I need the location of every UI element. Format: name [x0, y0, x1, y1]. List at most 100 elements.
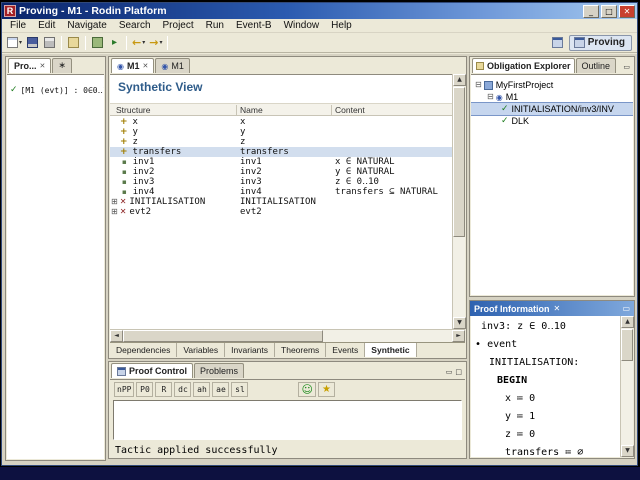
- column-name[interactable]: Name: [240, 105, 263, 115]
- synthetic-view-form: Synthetic View Structure Name Content +x…: [110, 74, 452, 329]
- save-button[interactable]: [24, 34, 41, 51]
- tactic-dc-button[interactable]: dc: [174, 382, 191, 397]
- column-content[interactable]: Content: [335, 105, 365, 115]
- open-perspective-button[interactable]: [549, 34, 566, 51]
- collapse-icon[interactable]: ⊟: [475, 80, 482, 90]
- table-row[interactable]: ▪inv3 inv3 z ∈ 0‥10: [110, 177, 452, 187]
- menu-help[interactable]: Help: [325, 20, 358, 31]
- tactic-review-button[interactable]: R: [155, 382, 172, 397]
- menu-edit[interactable]: Edit: [32, 20, 61, 31]
- page-tab-events[interactable]: Events: [326, 343, 365, 357]
- tactic-sl-button[interactable]: sl: [231, 382, 248, 397]
- minimize-button[interactable]: _: [583, 5, 599, 18]
- tree-item-machine[interactable]: ⊟ ◉ M1: [471, 91, 633, 103]
- page-tab-variables[interactable]: Variables: [177, 343, 225, 357]
- scroll-thumb[interactable]: [453, 87, 465, 237]
- table-row[interactable]: ▪inv2 inv2 y ∈ NATURAL: [110, 167, 452, 177]
- scroll-up-icon[interactable]: ▲: [621, 316, 634, 328]
- maximize-button[interactable]: □: [601, 5, 617, 18]
- chevron-down-icon[interactable]: ▾: [142, 39, 145, 46]
- view-minimize-icon[interactable]: ▭: [622, 304, 630, 313]
- run-button[interactable]: ▸: [106, 34, 123, 51]
- collapse-icon[interactable]: ⊟: [487, 92, 494, 102]
- column-structure[interactable]: Structure: [116, 105, 151, 115]
- tree-item-project[interactable]: ⊟ MyFirstProject: [471, 79, 633, 91]
- tab-obligation-explorer[interactable]: Obligation Explorer: [472, 58, 575, 73]
- table-row[interactable]: +z z: [110, 137, 452, 147]
- view-minimize-icon[interactable]: ▭: [623, 63, 630, 71]
- page-tab-theorems[interactable]: Theorems: [275, 343, 326, 357]
- tree-item-po-selected[interactable]: ✓ INITIALISATION/inv3/INV: [471, 103, 633, 115]
- assignment-line: y ≔ 1: [471, 408, 620, 426]
- back-button[interactable]: ← ▾: [130, 34, 147, 51]
- new-wizard-button[interactable]: ▾: [5, 34, 24, 51]
- proof-tree-node[interactable]: ✓ [M1 (evt)] : 0∈0‥10: [7, 85, 104, 95]
- menu-run[interactable]: Run: [200, 20, 230, 31]
- menu-navigate[interactable]: Navigate: [61, 20, 112, 31]
- chevron-down-icon[interactable]: ▾: [159, 39, 162, 46]
- perspective-bar: Proving: [549, 34, 634, 51]
- tactic-npp-button[interactable]: nPP: [114, 382, 134, 397]
- scroll-up-icon[interactable]: ▲: [453, 74, 466, 86]
- print-button[interactable]: [41, 34, 58, 51]
- scroll-down-icon[interactable]: ▼: [453, 317, 466, 329]
- editor-tab-m1-active[interactable]: ◉ M1 ✕: [111, 58, 154, 73]
- expand-icon[interactable]: ⊞: [111, 197, 118, 207]
- new-project-button[interactable]: [65, 34, 82, 51]
- tab-proof-control[interactable]: Proof Control: [111, 363, 193, 378]
- page-tab-synthetic[interactable]: Synthetic: [365, 343, 416, 357]
- scroll-thumb[interactable]: [621, 329, 633, 361]
- scroll-down-icon[interactable]: ▼: [621, 445, 634, 457]
- taskbar[interactable]: [0, 467, 640, 480]
- close-icon[interactable]: ✕: [143, 62, 149, 70]
- table-row[interactable]: ▪inv1 inv1 x ∈ NATURAL: [110, 157, 452, 167]
- tactic-ae-button[interactable]: ae: [212, 382, 229, 397]
- proof-control-input[interactable]: [113, 400, 462, 440]
- table-row-selected[interactable]: +transfers transfers: [110, 147, 452, 157]
- tab-proof-tree[interactable]: Pro... ✕: [8, 58, 51, 73]
- scroll-right-icon[interactable]: ►: [452, 330, 465, 342]
- workspace: Pro... ✕ ∗ ✓ [M1 (evt)] : 0∈0‥10: [2, 54, 637, 465]
- perspective-proving-button[interactable]: Proving: [569, 35, 632, 51]
- view-minimize-icon[interactable]: ▭: [446, 368, 453, 376]
- column-divider: [331, 105, 332, 115]
- forward-button[interactable]: → ▾: [147, 34, 164, 51]
- scroll-left-icon[interactable]: ◄: [110, 330, 123, 342]
- close-icon[interactable]: ✕: [554, 304, 561, 313]
- table-row[interactable]: ⊞✕INITIALISATION INITIALISATION: [110, 197, 452, 207]
- editor-horizontal-scrollbar[interactable]: ◄ ►: [110, 329, 465, 342]
- page-tab-dependencies[interactable]: Dependencies: [110, 343, 177, 357]
- tab-secondary-view[interactable]: ∗: [52, 58, 72, 73]
- table-row[interactable]: +x x: [110, 117, 452, 127]
- lasso-button[interactable]: ★: [318, 382, 335, 397]
- table-row[interactable]: ▪inv4 inv4 transfers ⊆ NATURAL: [110, 187, 452, 197]
- menu-file[interactable]: File: [4, 20, 32, 31]
- debug-button[interactable]: [89, 34, 106, 51]
- app-icon: R: [4, 5, 16, 17]
- tactic-ah-button[interactable]: ah: [193, 382, 210, 397]
- menu-event-b[interactable]: Event-B: [230, 20, 278, 31]
- editor-tab-m1-inactive[interactable]: ◉ M1: [155, 58, 190, 73]
- page-tab-invariants[interactable]: Invariants: [225, 343, 275, 357]
- close-icon[interactable]: ✕: [40, 62, 46, 70]
- tab-outline[interactable]: Outline: [576, 58, 617, 73]
- obligation-tab-row: Obligation Explorer Outline ▭: [470, 57, 634, 73]
- table-row[interactable]: +y y: [110, 127, 452, 137]
- scroll-thumb[interactable]: [123, 330, 323, 342]
- table-row[interactable]: ⊞✕evt2 evt2: [110, 207, 452, 217]
- tactic-p0-button[interactable]: P0: [136, 382, 153, 397]
- proof-information-scrollbar[interactable]: ▲ ▼: [620, 316, 633, 457]
- expand-icon[interactable]: ⊞: [111, 207, 118, 217]
- po-label: INITIALISATION/inv3/INV: [512, 104, 614, 114]
- chevron-down-icon[interactable]: ▾: [19, 39, 22, 46]
- editor-vertical-scrollbar[interactable]: ▲ ▼: [452, 74, 465, 329]
- menu-project[interactable]: Project: [157, 20, 200, 31]
- close-button[interactable]: ✕: [619, 5, 635, 18]
- tree-item-po[interactable]: ✓ DLK: [471, 115, 633, 127]
- menu-search[interactable]: Search: [113, 20, 157, 31]
- proof-information-header[interactable]: Proof Information ✕ ▭: [470, 301, 634, 316]
- tab-problems[interactable]: Problems: [194, 363, 244, 378]
- title-bar[interactable]: R Proving - M1 - Rodin Platform _ □ ✕: [2, 3, 637, 19]
- menu-window[interactable]: Window: [278, 20, 326, 31]
- view-maximize-icon[interactable]: □: [455, 368, 462, 376]
